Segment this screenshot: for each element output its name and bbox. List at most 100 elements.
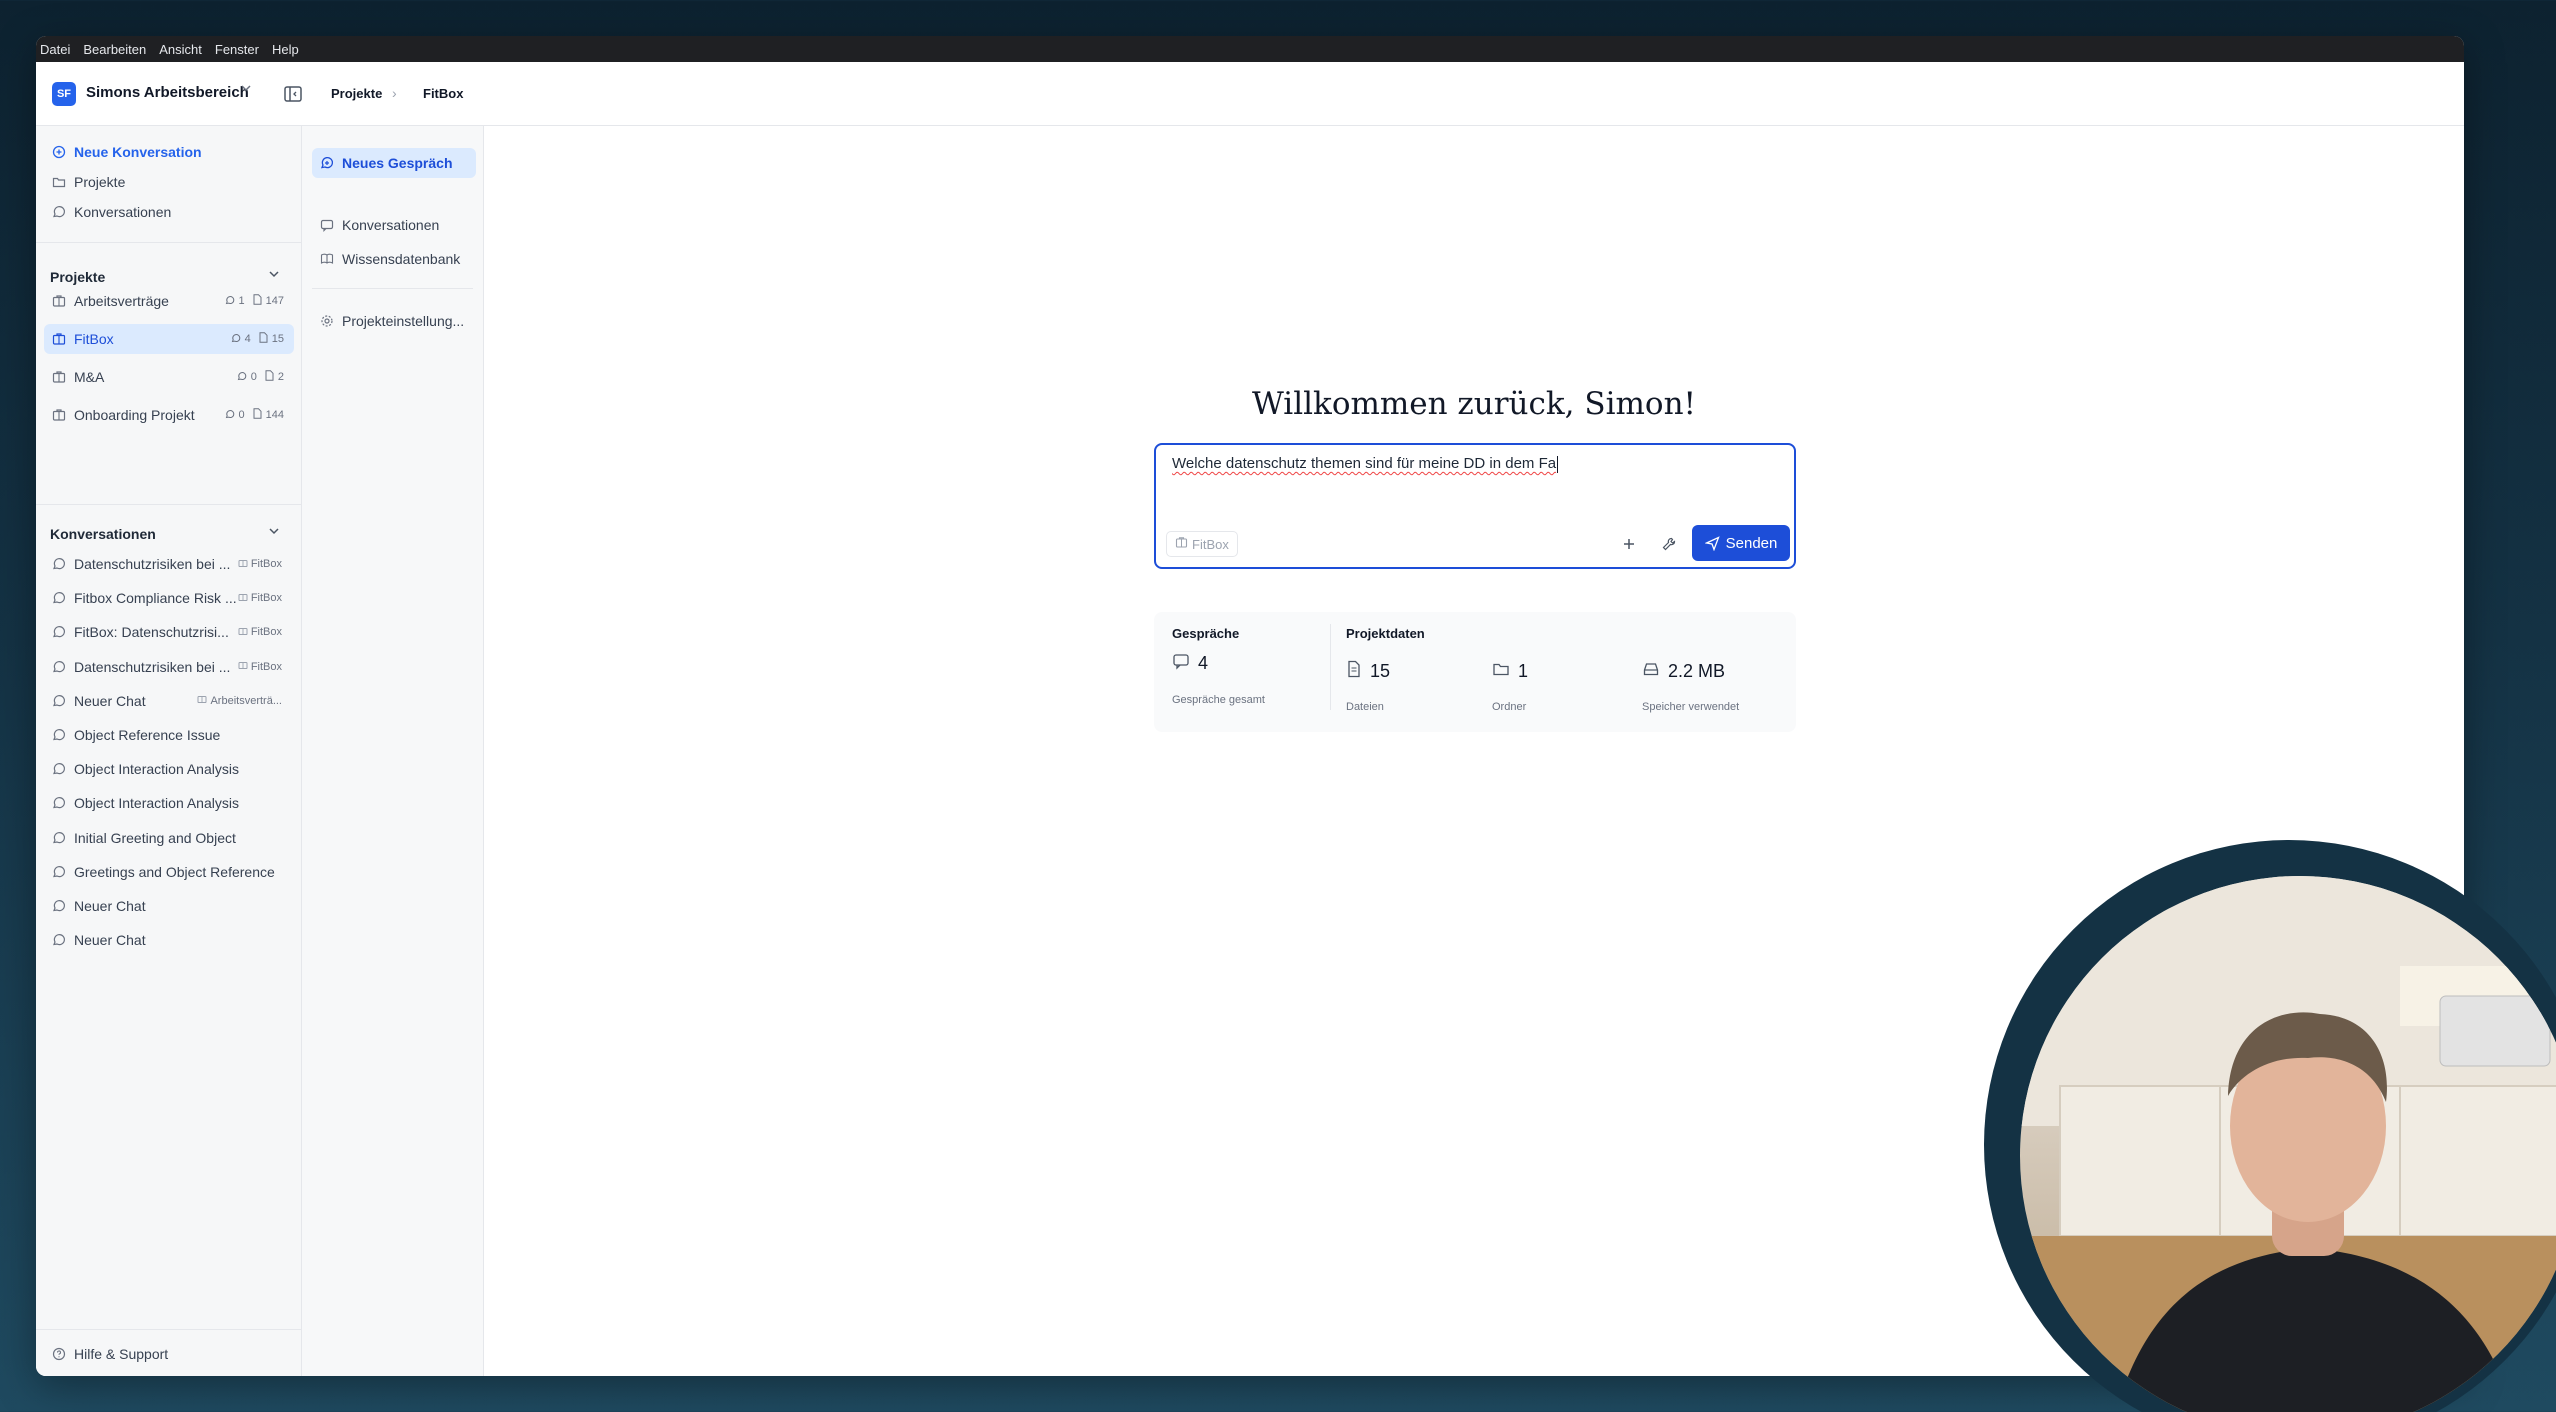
- conversation-item[interactable]: Object Interaction Analysis: [44, 755, 294, 783]
- file-count: 2: [277, 371, 284, 383]
- project-subnav: Neues Gespräch Konversationen Wissensdat…: [302, 126, 484, 1376]
- add-attachment-button[interactable]: [1618, 533, 1640, 555]
- conversation-item[interactable]: Neuer Chat: [44, 926, 294, 954]
- conversation-tag-label: FitBox: [250, 592, 282, 605]
- files-stat-label: Dateien: [1346, 701, 1384, 713]
- project-item[interactable]: FitBox 4 15: [44, 324, 294, 354]
- conversation-title: Object Interaction Analysis: [74, 795, 239, 812]
- conversation-item[interactable]: Initial Greeting and Object: [44, 824, 294, 852]
- conversation-item[interactable]: Fitbox Compliance Risk ... FitBox: [44, 584, 294, 612]
- sidebar-new-conversation[interactable]: Neue Konversation: [52, 140, 202, 164]
- workspace-avatar[interactable]: SF: [52, 82, 76, 106]
- files-stat-value: 15: [1346, 660, 1390, 683]
- file-count: 15: [271, 333, 284, 345]
- divider: [36, 242, 301, 243]
- subnav-item-wissensdatenbank[interactable]: Wissensdatenbank: [312, 244, 476, 274]
- chat-bubble-icon: [237, 371, 247, 384]
- conversation-title: Neuer Chat: [74, 932, 146, 949]
- conversation-tag-label: FitBox: [250, 660, 282, 673]
- chat-bubble-icon: [52, 591, 66, 605]
- conversation-title: Greetings and Object Reference: [74, 863, 275, 880]
- send-label: Senden: [1725, 534, 1778, 552]
- project-icon: [52, 294, 66, 308]
- send-button[interactable]: Senden: [1692, 525, 1790, 561]
- conversation-tag-label: FitBox: [250, 558, 282, 570]
- menu-datei[interactable]: Datei: [40, 42, 70, 57]
- chevron-right-icon: ›: [392, 85, 397, 101]
- top-bar: SF Simons Arbeitsbereich Projekte › FitB…: [36, 62, 2464, 126]
- message-composer[interactable]: Welche datenschutz themen sind für meine…: [1154, 443, 1796, 569]
- conversations-stat-label: Gespräche gesamt: [1172, 694, 1265, 706]
- conversation-item[interactable]: FitBox: Datenschutzrisi... FitBox: [44, 618, 294, 646]
- project-context-chip[interactable]: FitBox: [1166, 531, 1238, 557]
- conversation-item[interactable]: Greetings and Object Reference: [44, 858, 294, 886]
- project-name: Arbeitsverträge: [74, 293, 169, 309]
- folders-stat-value: 1: [1492, 660, 1528, 683]
- project-icon: [197, 694, 207, 707]
- conversation-item[interactable]: Neuer Chat Arbeitsverträ...: [44, 687, 294, 715]
- conversation-title: Fitbox Compliance Risk ...: [74, 590, 237, 607]
- workspace-switcher[interactable]: Simons Arbeitsbereich: [86, 84, 249, 101]
- chat-bubble-icon: [52, 762, 66, 776]
- new-chat-icon: [320, 156, 334, 170]
- chat-bubble-icon: [52, 660, 66, 674]
- help-support-link[interactable]: Hilfe & Support: [52, 1346, 168, 1362]
- file-icon: [253, 294, 262, 308]
- menu-help[interactable]: Help: [272, 42, 299, 57]
- file-icon: [1346, 660, 1362, 683]
- new-chat-icon: [52, 145, 66, 159]
- sidebar-item-projekte[interactable]: Projekte: [52, 170, 125, 194]
- chat-bubble-icon: [52, 625, 66, 639]
- subnav-item-konversationen[interactable]: Konversationen: [312, 210, 476, 240]
- project-chip-label: FitBox: [1192, 536, 1229, 552]
- files-count: 15: [1370, 661, 1391, 681]
- chat-bubble-icon: [52, 899, 66, 913]
- conversation-item[interactable]: Object Reference Issue: [44, 721, 294, 749]
- tools-button[interactable]: [1658, 533, 1680, 555]
- divider: [36, 1329, 301, 1330]
- sidebar-item-konversationen[interactable]: Konversationen: [52, 200, 171, 224]
- projectdata-heading: Projektdaten: [1346, 626, 1425, 641]
- project-icon: [238, 626, 248, 639]
- subnav-item-projekteinstellungen[interactable]: Projekteinstellung...: [312, 306, 476, 336]
- chat-bubble-icon: [52, 865, 66, 879]
- file-icon: [253, 408, 262, 422]
- project-item[interactable]: M&A 0 2: [44, 362, 294, 392]
- sidebar-item-label: Konversationen: [74, 204, 172, 220]
- chevron-down-icon[interactable]: [240, 82, 252, 97]
- chevron-down-icon[interactable]: [268, 268, 280, 283]
- chat-bubble-icon: [52, 831, 66, 845]
- menu-bearbeiten[interactable]: Bearbeiten: [83, 42, 146, 57]
- project-icon: [238, 592, 248, 605]
- conversation-project-tag: FitBox: [238, 626, 282, 639]
- conversation-project-tag: Arbeitsverträ...: [197, 694, 282, 707]
- menu-ansicht[interactable]: Ansicht: [159, 42, 202, 57]
- conversation-title: Neuer Chat: [74, 692, 146, 709]
- message-input[interactable]: Welche datenschutz themen sind für meine…: [1172, 455, 1778, 473]
- project-counts: 4 15: [231, 332, 284, 346]
- chevron-down-icon[interactable]: [268, 525, 280, 540]
- conversation-item[interactable]: Object Interaction Analysis: [44, 789, 294, 817]
- breadcrumb-projekte[interactable]: Projekte: [331, 86, 382, 101]
- menu-fenster[interactable]: Fenster: [215, 42, 259, 57]
- project-item[interactable]: Onboarding Projekt 0 144: [44, 400, 294, 430]
- breadcrumb-fitbox[interactable]: FitBox: [423, 86, 463, 101]
- sidebar-toggle-icon[interactable]: [282, 83, 304, 105]
- menu-bar: Datei Bearbeiten Ansicht Fenster Help: [36, 36, 2464, 62]
- folders-count: 1: [1518, 661, 1529, 681]
- project-item[interactable]: Arbeitsverträge 1 147: [44, 286, 294, 316]
- storage-amount: 2.2 MB: [1668, 661, 1726, 681]
- sidebar: Neue Konversation Projekte Konversatione…: [36, 126, 302, 1376]
- chat-bubble-icon: [225, 409, 235, 422]
- chat-bubble-icon: [1172, 652, 1190, 675]
- conversation-item[interactable]: Datenschutzrisiken bei ... FitBox: [44, 550, 294, 578]
- conversation-project-tag: FitBox: [238, 660, 282, 673]
- project-name: Onboarding Projekt: [74, 407, 195, 423]
- file-count: 144: [265, 409, 284, 421]
- project-stats-card: Gespräche 4 Gespräche gesamt Projektdate…: [1154, 612, 1796, 732]
- project-icon: [238, 660, 248, 673]
- conversation-item[interactable]: Neuer Chat: [44, 892, 294, 920]
- conversation-item[interactable]: Datenschutzrisiken bei ... FitBox: [44, 653, 294, 681]
- new-conversation-button[interactable]: Neues Gespräch: [312, 148, 476, 178]
- project-name: M&A: [74, 369, 105, 385]
